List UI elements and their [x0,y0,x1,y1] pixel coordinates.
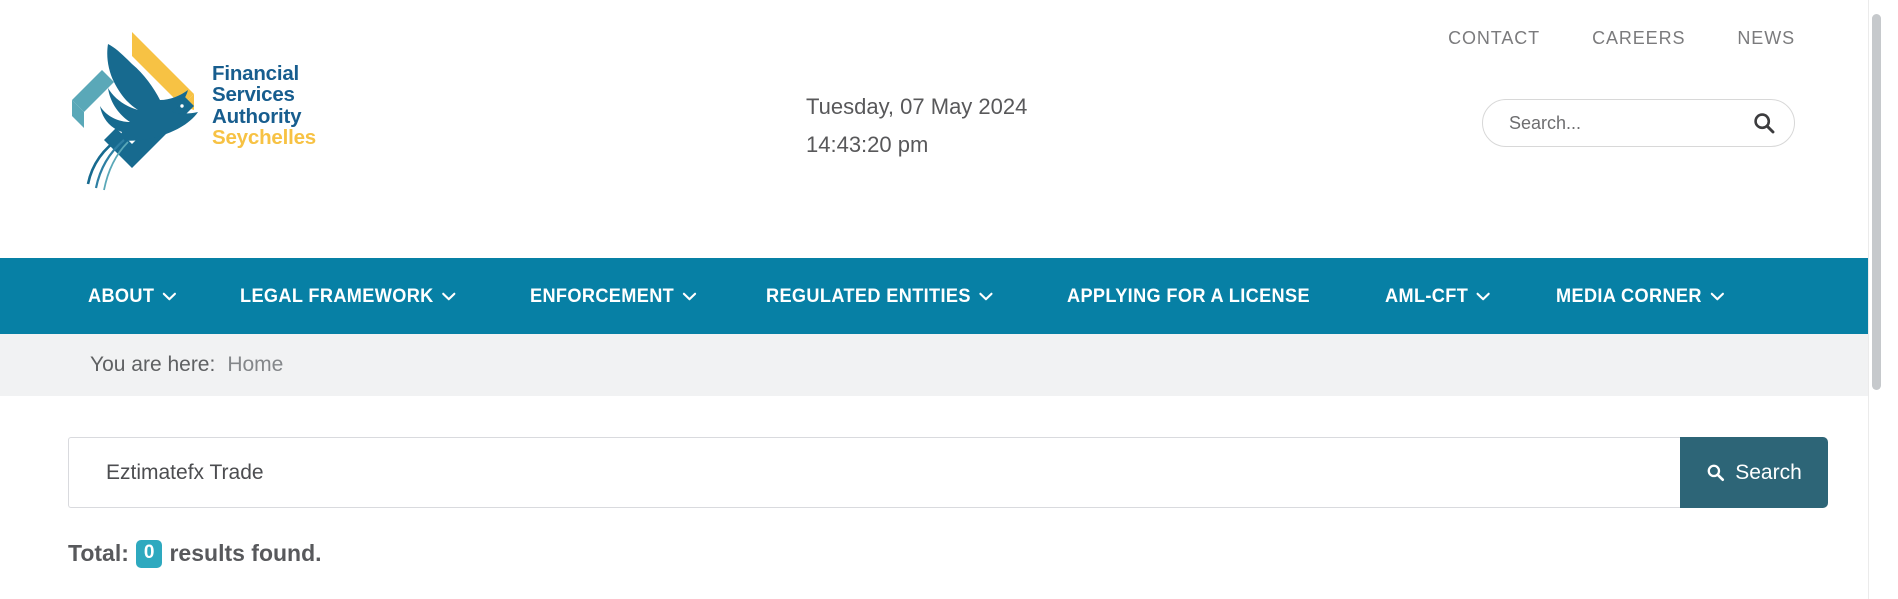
results-count-badge: 0 [135,540,163,568]
logo-line-2: Services [212,83,295,107]
utility-link-news[interactable]: NEWS [1737,28,1795,49]
chevron-down-icon [163,292,177,300]
nav-item-media-corner[interactable]: MEDIA CORNER [1556,285,1724,308]
chevron-down-icon [979,292,993,300]
nav-item-media-corner-label: MEDIA CORNER [1555,284,1702,307]
breadcrumb-item-home[interactable]: Home [227,353,283,377]
search-results-section: Search Total: 0 results found. [0,396,1883,568]
results-total: Total: 0 results found. [68,540,1883,568]
nav-item-applying-for-a-license[interactable]: APPLYING FOR A LICENSE [1067,285,1310,308]
nav-item-enforcement[interactable]: ENFORCEMENT [530,285,696,308]
search-icon [1707,464,1725,482]
chevron-down-icon [1476,292,1491,300]
page-root: Financial Services Authority Seychelles … [0,0,1883,599]
page-scrollbar[interactable] [1868,0,1883,599]
logo-line-3: Authority [212,104,302,128]
logo-line-4: Seychelles [212,125,316,149]
search-icon[interactable] [1752,111,1776,135]
chevron-down-icon [1710,292,1724,300]
breadcrumb: You are here: Home [0,334,1883,396]
nav-item-about[interactable]: ABOUT [88,285,177,308]
header-datetime: Tuesday, 07 May 2024 14:43:20 pm [806,88,1027,164]
site-header: Financial Services Authority Seychelles … [0,0,1883,258]
nav-item-about-label: ABOUT [88,284,155,307]
nav-item-legal-framework[interactable]: LEGAL FRAMEWORK [240,285,456,308]
logo-line-1: Financial [212,61,300,85]
search-query-input[interactable] [104,459,1680,486]
nav-item-legal-framework-label: LEGAL FRAMEWORK [240,284,434,307]
header-search-box[interactable] [1482,99,1795,147]
results-total-suffix: results found. [169,540,322,567]
results-total-prefix: Total: [68,540,129,567]
search-query-field[interactable] [68,437,1680,508]
nav-item-aml-cft-label: AML-CFT [1385,284,1469,307]
utility-link-careers[interactable]: CAREERS [1592,28,1685,49]
chevron-down-icon [442,292,456,300]
site-logo[interactable]: Financial Services Authority Seychelles [58,18,358,193]
nav-item-regulated-entities[interactable]: REGULATED ENTITIES [766,285,993,308]
utility-nav: CONTACT CAREERS NEWS [1448,28,1795,49]
main-navigation: ABOUT LEGAL FRAMEWORK ENFORCEMENT REGULA… [0,258,1883,334]
breadcrumb-label: You are here: [90,353,216,376]
nav-item-regulated-entities-label: REGULATED ENTITIES [765,284,971,307]
fsa-tropicbird-diamond-logo-icon [72,32,198,191]
header-time: 14:43:20 pm [806,132,929,157]
nav-item-aml-cft[interactable]: AML-CFT [1385,284,1491,308]
search-submit-button[interactable]: Search [1680,437,1828,508]
page-scrollbar-thumb[interactable] [1872,14,1881,390]
search-submit-label: Search [1735,460,1802,484]
header-date: Tuesday, 07 May 2024 [806,94,1028,119]
logo-wordmark: Financial Services Authority Seychelles [212,61,316,149]
nav-item-applying-for-a-license-label: APPLYING FOR A LICENSE [1066,284,1310,307]
chevron-down-icon [682,292,696,300]
header-search-input[interactable] [1507,111,1752,135]
utility-link-contact[interactable]: CONTACT [1448,28,1540,49]
nav-item-enforcement-label: ENFORCEMENT [529,284,674,307]
search-form: Search [68,437,1828,508]
